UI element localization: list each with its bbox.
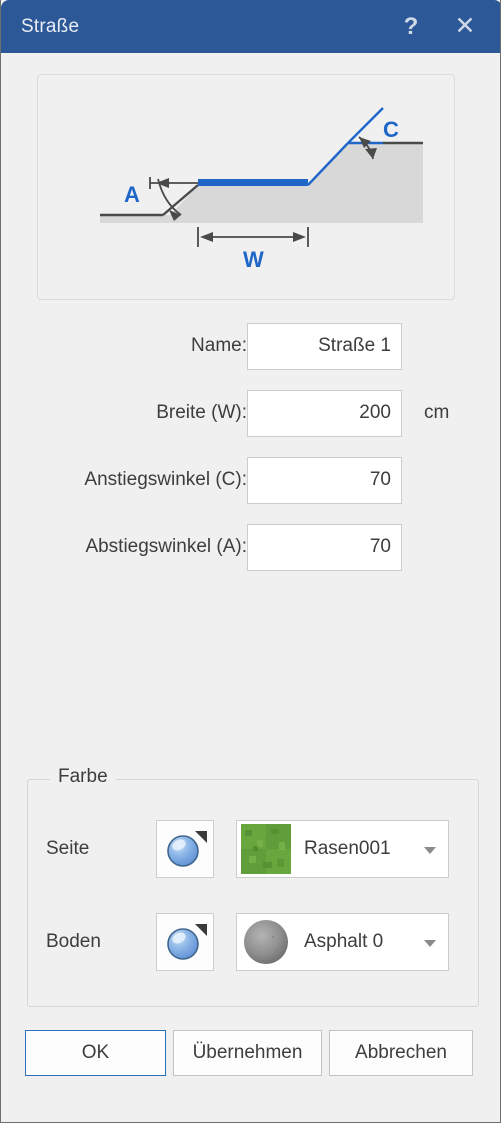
road-surface [198, 179, 308, 186]
width-label: Breite (W): [156, 402, 247, 423]
form-row-width: Breite (W): 200 cm [1, 389, 500, 437]
color-row-seite: Seite Rasen001 [46, 820, 466, 878]
grass-texture-icon [241, 824, 291, 874]
width-input[interactable]: 200 [247, 389, 402, 437]
boden-chevron-down-icon[interactable] [424, 940, 436, 947]
label-c: C [383, 117, 399, 142]
boden-material-swatch [240, 916, 292, 968]
name-label: Name: [191, 335, 247, 356]
w-arrowhead-left [200, 232, 213, 242]
close-icon[interactable]: ✕ [438, 0, 492, 53]
seite-color-picker-button[interactable] [156, 820, 214, 878]
label-w: W [243, 247, 264, 272]
form-row-descent-angle: Abstiegswinkel (A): 70 [1, 523, 500, 571]
label-a: A [124, 182, 140, 207]
dialog-button-bar: OK Übernehmen Abbrechen [1, 1030, 500, 1076]
descent-angle-input[interactable]: 70 [247, 523, 402, 571]
seite-material-swatch [240, 823, 292, 875]
road-cross-section-preview: A C W [37, 74, 455, 300]
sphere-color-picker-icon [167, 924, 207, 960]
help-icon[interactable]: ? [384, 0, 438, 53]
sphere-color-picker-icon [167, 831, 207, 867]
boden-label: Boden [46, 931, 101, 952]
ascent-angle-input[interactable]: 70 [247, 456, 402, 504]
seite-material-name: Rasen001 [304, 838, 391, 859]
color-group-legend: Farbe [50, 766, 116, 788]
ok-button[interactable]: OK [25, 1030, 166, 1076]
window-title: Straße [21, 15, 80, 37]
properties-form: Name: Straße 1 Breite (W): 200 cm Anstie… [1, 322, 500, 590]
color-row-boden: Boden Asphalt 0 [46, 913, 466, 971]
boden-material-combobox[interactable]: Asphalt 0 [236, 913, 449, 971]
descent-angle-label: Abstiegswinkel (A): [85, 536, 247, 557]
ascent-angle-label: Anstiegswinkel (C): [84, 469, 247, 490]
title-bar: Straße ? ✕ [1, 0, 500, 53]
form-row-name: Name: Straße 1 [1, 322, 500, 370]
boden-color-picker-button[interactable] [156, 913, 214, 971]
cancel-button[interactable]: Abbrechen [329, 1030, 473, 1076]
slope-extension-line [347, 107, 384, 144]
name-input[interactable]: Straße 1 [247, 322, 402, 370]
width-unit: cm [424, 402, 450, 423]
color-group: Farbe Seite Rasen001 Boden Asphalt 0 [27, 766, 479, 1007]
boden-material-name: Asphalt 0 [304, 931, 384, 952]
apply-button[interactable]: Übernehmen [173, 1030, 322, 1076]
form-row-ascent-angle: Anstiegswinkel (C): 70 [1, 456, 500, 504]
w-arrowhead-right [293, 232, 306, 242]
seite-chevron-down-icon[interactable] [424, 847, 436, 854]
seite-material-combobox[interactable]: Rasen001 [236, 820, 449, 878]
road-properties-dialog: Straße ? ✕ A C W Name: Straße 1 Breite (… [0, 0, 501, 1123]
asphalt-sphere-icon [244, 920, 288, 964]
road-diagram: A C W [100, 107, 423, 272]
seite-label: Seite [46, 838, 90, 859]
